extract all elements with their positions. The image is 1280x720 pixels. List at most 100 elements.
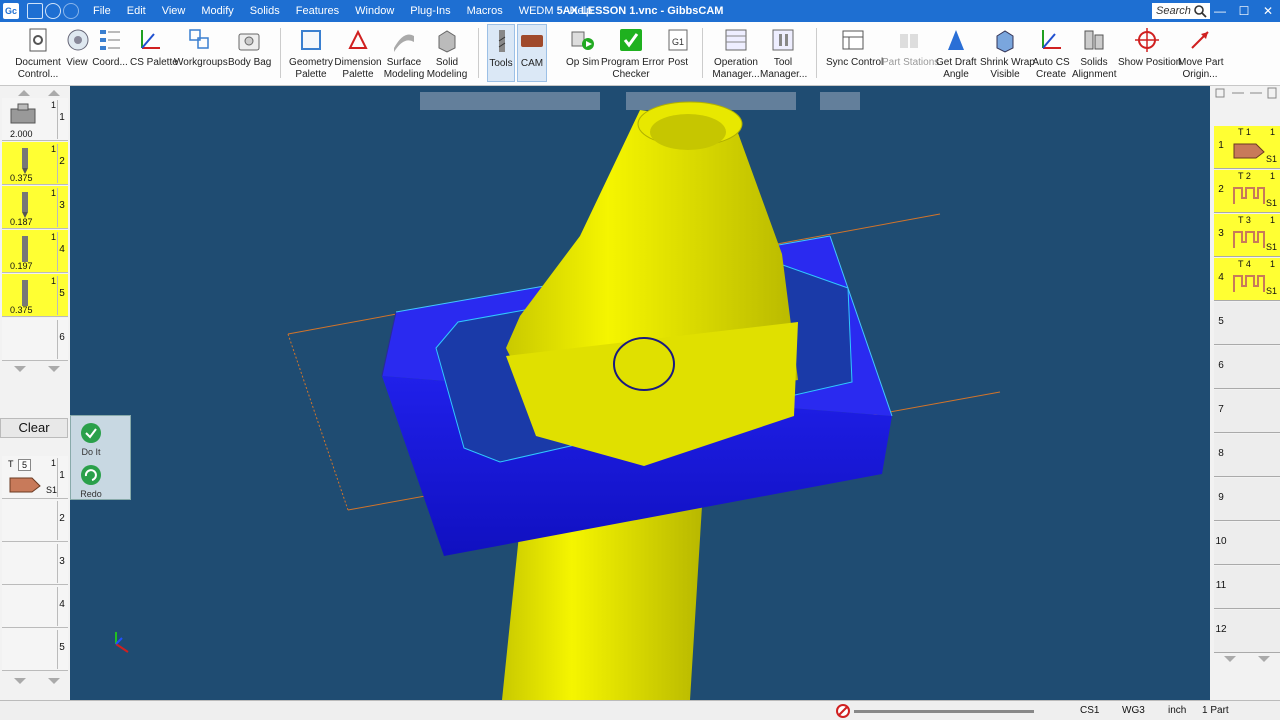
- scroll-down-icon[interactable]: [1214, 654, 1280, 664]
- operation-slot[interactable]: 5: [1214, 302, 1280, 345]
- scroll-up-icon[interactable]: [2, 88, 68, 98]
- tool-slot[interactable]: 0.375 1 5: [2, 274, 68, 317]
- operation-slot[interactable]: 3T 3 S1 1: [1214, 214, 1280, 257]
- search-icon[interactable]: [1193, 4, 1207, 18]
- toolbar-divider: [816, 28, 817, 78]
- menu-plug-ins[interactable]: Plug-Ins: [402, 0, 458, 22]
- app-icon[interactable]: Gc: [3, 3, 19, 19]
- operation-slot[interactable]: 7: [1214, 390, 1280, 433]
- model-view: [115, 92, 1001, 700]
- menu-solids[interactable]: Solids: [242, 0, 288, 22]
- stop-icon[interactable]: [836, 704, 850, 718]
- solid-modeling-button[interactable]: Solid Modeling: [426, 24, 468, 82]
- menu-view[interactable]: View: [154, 0, 194, 22]
- surface-modeling-button[interactable]: Surface Modeling: [382, 24, 426, 82]
- maximize-button[interactable]: ☐: [1232, 0, 1256, 22]
- cs-palette-button[interactable]: CS Palette: [130, 24, 178, 82]
- body-bag-button[interactable]: Body Bag: [228, 24, 271, 82]
- sync-icon: [842, 30, 864, 50]
- operation-slot[interactable]: 4T 4 S1 1: [1214, 258, 1280, 301]
- do-it-button[interactable]: Do It: [77, 422, 105, 458]
- menu-edit[interactable]: Edit: [119, 0, 154, 22]
- tool-slot[interactable]: 2.000 1 1: [2, 98, 68, 141]
- dimension-palette-button[interactable]: Dimension Palette: [334, 24, 382, 82]
- ribbon-toolbar: Document Control... View Coord... CS Pale…: [0, 22, 1280, 86]
- operation-slot[interactable]: 8: [1214, 434, 1280, 477]
- tool-slot[interactable]: 0.375 1 2: [2, 142, 68, 185]
- panel-header-icons[interactable]: [1214, 86, 1280, 100]
- operation-buttons: Do It Redo: [70, 415, 131, 500]
- tool-slot[interactable]: 0.187 1 3: [2, 186, 68, 229]
- geometry-palette-button[interactable]: Geometry Palette: [288, 24, 334, 82]
- tools-button[interactable]: Tools: [487, 24, 515, 82]
- redo-icon: [81, 465, 101, 485]
- operation-slot[interactable]: 2T 2 S1 1: [1214, 170, 1280, 213]
- part-stations-button[interactable]: Part Stations: [882, 24, 939, 82]
- cs-indicator[interactable]: CS1: [1080, 704, 1099, 718]
- get-draft-angle-button[interactable]: Get Draft Angle: [936, 24, 977, 82]
- operation-slot[interactable]: 10: [1214, 522, 1280, 565]
- close-button[interactable]: ✕: [1256, 0, 1280, 22]
- 3d-viewport[interactable]: [70, 86, 1210, 700]
- workgroups-icon: [189, 29, 209, 49]
- workgroup-indicator[interactable]: WG3: [1122, 704, 1145, 718]
- axis-icon: [141, 30, 160, 49]
- menu-file[interactable]: File: [85, 0, 119, 22]
- view-button[interactable]: View: [64, 24, 90, 82]
- parts-indicator[interactable]: 1 Part: [1202, 704, 1229, 718]
- operations-panel: 1T 1 S1 1 2T 2 S1 1 3T 3 S1 1 4T 4 S1 1 5 6 7 8 …: [1210, 86, 1280, 700]
- tool-slot[interactable]: 0.197 1 4: [2, 230, 68, 273]
- operation-slot[interactable]: 12: [1214, 610, 1280, 653]
- program-error-checker-button[interactable]: Program Error Checker: [601, 24, 664, 82]
- minimize-button[interactable]: —: [1208, 0, 1232, 22]
- scroll-down-icon[interactable]: [2, 676, 68, 686]
- menu-macros[interactable]: Macros: [459, 0, 511, 22]
- op-sim-button[interactable]: Op Sim: [566, 24, 599, 82]
- operation-slot[interactable]: 6: [1214, 346, 1280, 389]
- post-button[interactable]: G1 Post: [664, 24, 692, 82]
- window-title: 5AX LESSON 1.vnc - GibbsCAM: [556, 5, 724, 17]
- scroll-down-icon[interactable]: [2, 364, 68, 374]
- process-slot[interactable]: T 5 S1 1 1: [2, 456, 68, 499]
- document-control-button[interactable]: Document Control...: [12, 24, 64, 82]
- shrink-wrap-visible-button[interactable]: Shrink Wrap Visible: [980, 24, 1035, 82]
- surface-icon: [394, 34, 414, 52]
- process-slot[interactable]: 5: [2, 628, 68, 671]
- sync-control-button[interactable]: Sync Control: [826, 24, 883, 82]
- redo-icon[interactable]: [63, 3, 79, 19]
- tool-slot[interactable]: 6: [2, 318, 68, 361]
- checkmark-icon: [620, 29, 642, 51]
- undo-icon[interactable]: [45, 3, 61, 19]
- show-position-button[interactable]: Show Position: [1118, 24, 1181, 82]
- units-indicator[interactable]: inch: [1168, 704, 1186, 718]
- menu-features[interactable]: Features: [288, 0, 347, 22]
- process-slot[interactable]: 3: [2, 542, 68, 585]
- workgroups-button[interactable]: Workgroups: [174, 24, 228, 82]
- clear-button[interactable]: Clear: [0, 418, 68, 438]
- process-slot[interactable]: 2: [2, 499, 68, 542]
- process-slot[interactable]: 4: [2, 585, 68, 628]
- operation-manager-icon: [725, 29, 747, 51]
- help-toolbar[interactable]: [820, 92, 860, 110]
- solids-alignment-button[interactable]: Solids Alignment: [1072, 24, 1116, 82]
- menu-modify[interactable]: Modify: [193, 0, 241, 22]
- operation-slot[interactable]: 9: [1214, 478, 1280, 521]
- dimension-icon: [348, 29, 368, 49]
- tool-manager-button[interactable]: Tool Manager...: [760, 24, 807, 82]
- redo-button[interactable]: Redo: [77, 464, 105, 500]
- toolbar-divider: [702, 28, 703, 78]
- new-file-icon[interactable]: [27, 3, 43, 19]
- status-bar: CS1 WG3 inch 1 Part: [0, 700, 1280, 720]
- coord-button[interactable]: Coord...: [92, 24, 128, 82]
- auto-cs-create-button[interactable]: Auto CS Create: [1032, 24, 1070, 82]
- operation-slot[interactable]: 1T 1 S1 1: [1214, 126, 1280, 169]
- solid-icon: [438, 30, 456, 53]
- endmill-icon: [22, 280, 28, 306]
- operation-slot[interactable]: 11: [1214, 566, 1280, 609]
- view-toolbar[interactable]: [420, 92, 600, 110]
- operation-manager-button[interactable]: Operation Manager...: [710, 24, 762, 82]
- cam-button[interactable]: CAM: [517, 24, 547, 82]
- menu-window[interactable]: Window: [347, 0, 402, 22]
- holder-bore: [650, 114, 726, 150]
- move-part-origin-button[interactable]: Move Part Origin...: [1178, 24, 1224, 82]
